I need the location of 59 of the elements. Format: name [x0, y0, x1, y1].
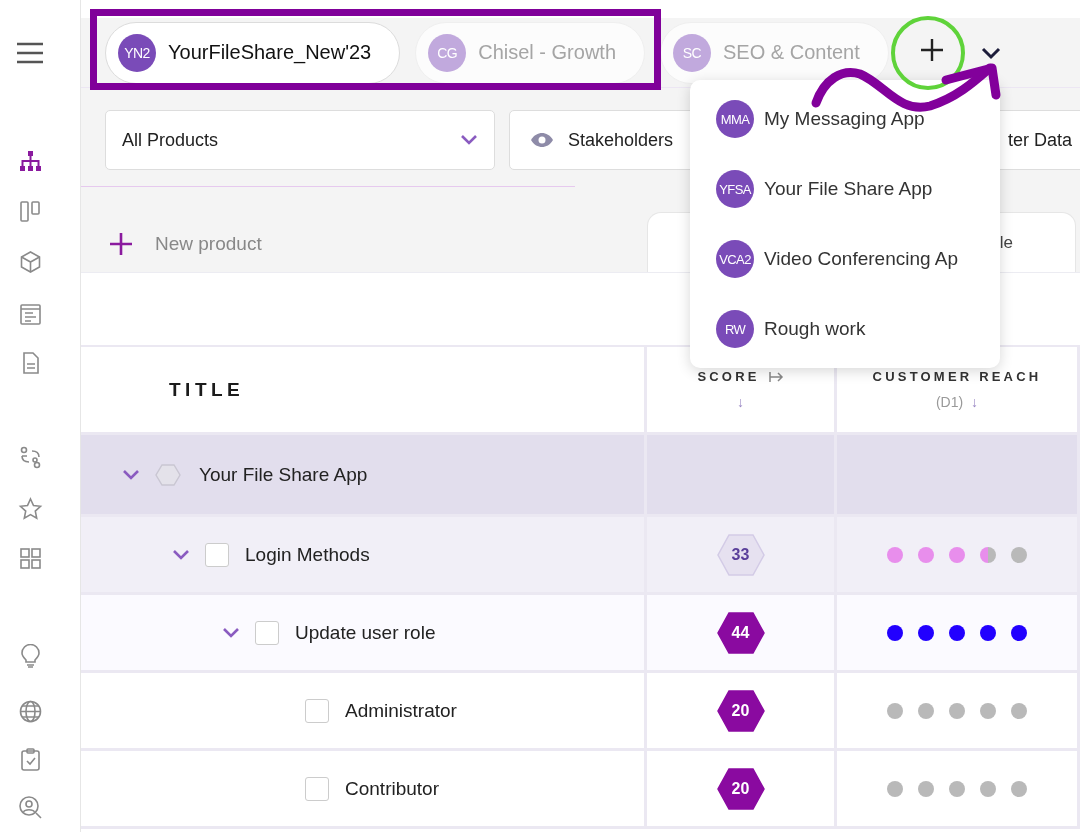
- columns-icon[interactable]: [17, 198, 43, 224]
- table-row[interactable]: Your File Share App: [81, 435, 1080, 517]
- rating-dot: [1011, 780, 1027, 797]
- rating-dot: [949, 780, 965, 797]
- table-row[interactable]: Login Methods 33: [81, 517, 1080, 595]
- row-title: Update user role: [295, 621, 436, 644]
- rating-dot: [887, 702, 903, 719]
- checkbox[interactable]: [305, 698, 329, 723]
- row-title: Administrator: [345, 699, 457, 722]
- score-badge: 33: [716, 533, 765, 576]
- plus-icon: [109, 232, 133, 256]
- checkbox[interactable]: [205, 542, 229, 567]
- eye-icon: [530, 132, 554, 148]
- project-avatar: YN2: [118, 33, 156, 72]
- menu-item[interactable]: RW Rough work: [690, 294, 1000, 364]
- chevron-down-icon: [460, 134, 478, 146]
- star-icon[interactable]: [17, 496, 43, 522]
- plus-icon: [920, 39, 943, 61]
- product-filter-dropdown[interactable]: All Products: [105, 110, 495, 170]
- rating-dot: [918, 780, 934, 797]
- column-header: TITLE: [169, 378, 245, 401]
- rating-dot: [918, 702, 934, 719]
- checkbox[interactable]: [255, 620, 279, 645]
- rating-dot: [1011, 546, 1027, 563]
- checkbox[interactable]: [305, 776, 329, 801]
- project-avatar: VCA2: [716, 240, 754, 278]
- rating-dot: [949, 702, 965, 719]
- add-project-button[interactable]: [920, 39, 943, 61]
- project-avatar: MMA: [716, 100, 754, 138]
- table-row[interactable]: Update user role 44: [81, 595, 1080, 673]
- rating-dot: [980, 702, 996, 719]
- user-search-icon[interactable]: [17, 794, 43, 820]
- rating-dot: [980, 546, 996, 563]
- hexagon-icon: [155, 462, 181, 487]
- row-title: Contributor: [345, 777, 439, 800]
- score-badge: 20: [716, 689, 765, 732]
- rating-dot: [887, 780, 903, 797]
- rating-dot: [1011, 702, 1027, 719]
- column-note: (D1): [935, 394, 964, 410]
- project-avatar: YFSA: [716, 170, 754, 208]
- project-avatar: RW: [716, 310, 754, 348]
- arrow-to-bar-icon[interactable]: [767, 369, 784, 384]
- project-tab[interactable]: YN2 YourFileShare_New'23: [105, 21, 401, 84]
- grid-icon[interactable]: [17, 546, 43, 572]
- menu-item[interactable]: VCA2 Video Conferencing Ap: [690, 224, 1000, 294]
- column-header[interactable]: SCORE: [697, 369, 760, 384]
- globe-icon[interactable]: [17, 699, 43, 725]
- hierarchy-icon[interactable]: [17, 148, 43, 174]
- project-avatar: CG: [428, 33, 467, 72]
- score-badge: 20: [716, 767, 765, 810]
- rating-dot: [980, 780, 996, 797]
- row-title: Login Methods: [245, 543, 370, 566]
- calendar-list-icon[interactable]: [17, 301, 43, 327]
- row-title: Your File Share App: [199, 463, 368, 486]
- table-row[interactable]: Administrator 20: [81, 673, 1080, 751]
- score-badge: 44: [716, 611, 765, 654]
- column-header[interactable]: CUSTOMER REACH: [872, 369, 1042, 384]
- project-avatar: SC: [673, 33, 711, 72]
- table-row[interactable]: Contributor 20: [81, 751, 1080, 829]
